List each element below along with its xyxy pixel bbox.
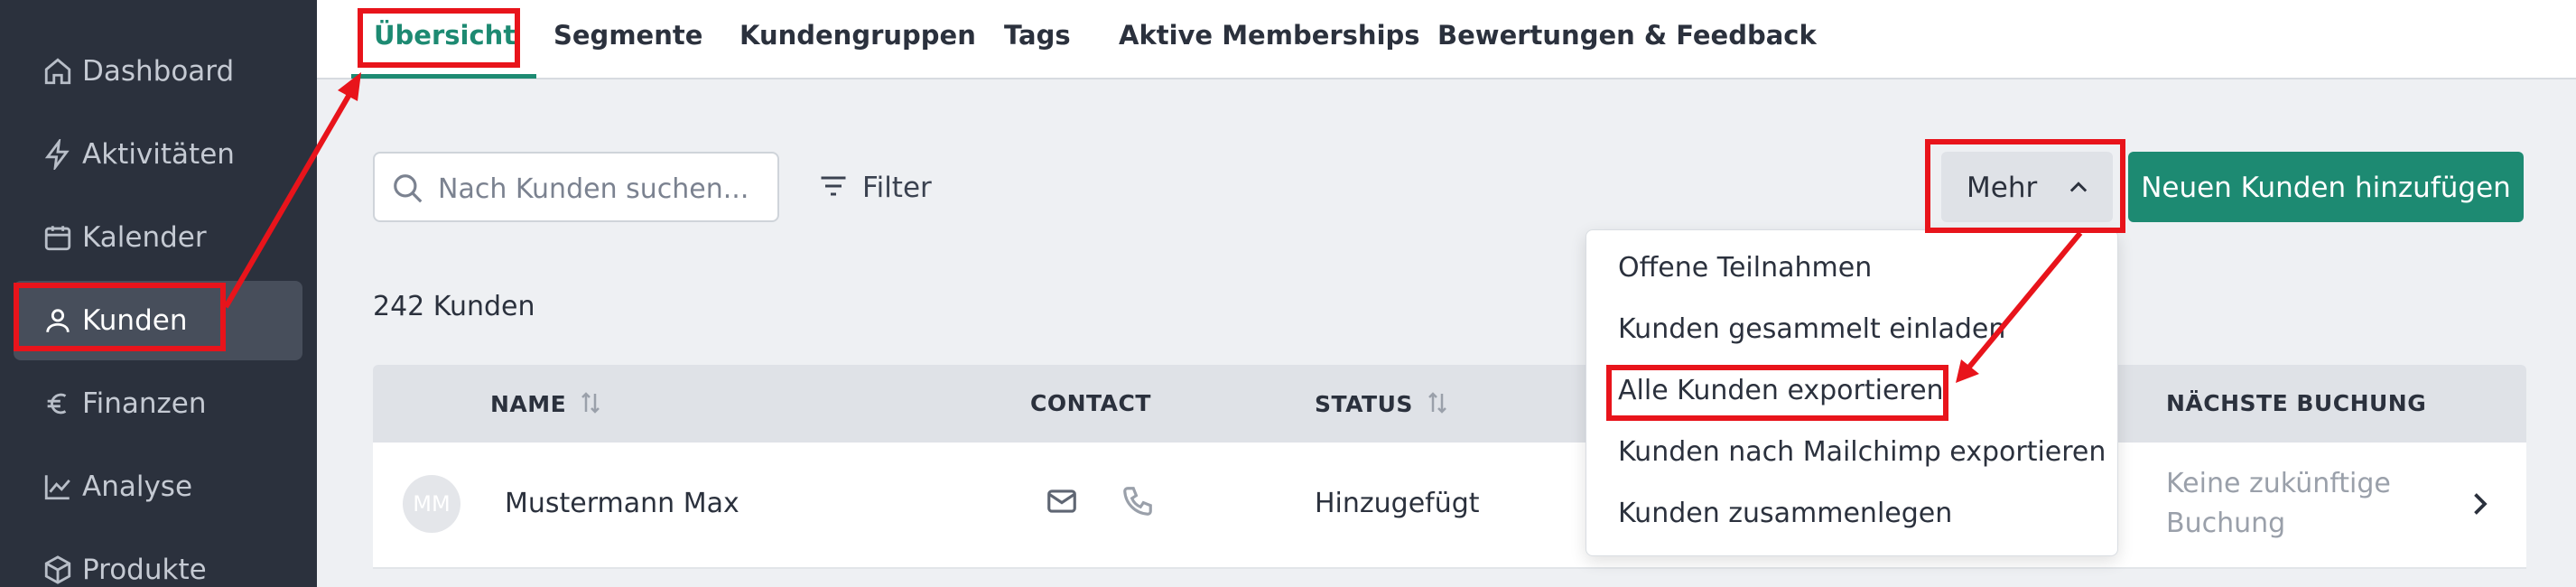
sidebar-item-label: Finanzen: [82, 387, 207, 420]
sidebar-item-analyse[interactable]: Analyse: [14, 447, 302, 526]
active-tab-indicator: [351, 74, 536, 79]
sidebar-item-label: Produkte: [82, 554, 207, 586]
sidebar-item-produkte[interactable]: Produkte: [14, 530, 302, 587]
chart-icon: [42, 471, 74, 503]
table-header: NAME CONTACT STATUS NÄCHSTE BUCHUNG: [373, 365, 2526, 443]
sidebar-item-dashboard[interactable]: Dashboard: [14, 32, 302, 111]
search-icon: [391, 172, 425, 210]
status-value: Hinzugefügt: [1315, 488, 1480, 519]
filter-label: Filter: [862, 172, 932, 204]
sidebar-item-label: Dashboard: [82, 55, 235, 88]
chevron-right-icon[interactable]: [2463, 488, 2496, 527]
customer-count: 242 Kunden: [373, 291, 535, 322]
sidebar-item-label: Aktivitäten: [82, 138, 235, 171]
tab-bewertungen-feedback[interactable]: Bewertungen & Feedback: [1437, 20, 1817, 51]
sidebar-item-label: Analyse: [82, 471, 193, 503]
sidebar-item-kalender[interactable]: Kalender: [14, 198, 302, 277]
add-customer-label: Neuen Kunden hinzufügen: [2141, 172, 2511, 204]
sort-icon: [1427, 390, 1448, 421]
mail-icon[interactable]: [1045, 484, 1079, 526]
box-icon: [42, 554, 74, 586]
table-row[interactable]: MM Mustermann Max Hinzugefügt Keine zukü…: [373, 443, 2526, 569]
add-customer-button[interactable]: Neuen Kunden hinzufügen: [2128, 152, 2524, 222]
tab-kundengruppen[interactable]: Kundengruppen: [739, 20, 976, 51]
header-contact: CONTACT: [1030, 390, 1151, 416]
header-name-label: NAME: [490, 391, 567, 417]
menu-item-kunden-zusammenlegen[interactable]: Kunden zusammenlegen: [1618, 498, 1952, 529]
annotation-box-kunden: [14, 283, 226, 351]
filter-icon: [817, 170, 850, 207]
tab-tags[interactable]: Tags: [1004, 20, 1071, 51]
phone-icon[interactable]: [1121, 484, 1155, 526]
tab-segmente[interactable]: Segmente: [553, 20, 702, 51]
menu-item-kunden-einladen[interactable]: Kunden gesammelt einladen: [1618, 313, 2005, 345]
next-booking-line1: Keine zukünftige: [2166, 468, 2391, 499]
tab-aktive-memberships[interactable]: Aktive Memberships: [1119, 20, 1420, 51]
header-next-booking: NÄCHSTE BUCHUNG: [2166, 390, 2427, 416]
annotation-box-export: [1606, 365, 1948, 421]
sidebar-item-label: Kalender: [82, 221, 207, 254]
sort-icon: [580, 390, 601, 421]
annotation-box-uebersicht: [358, 8, 520, 68]
header-name[interactable]: NAME: [490, 390, 601, 421]
calendar-icon: [42, 221, 74, 254]
customer-name: Mustermann Max: [505, 488, 739, 519]
tab-bar: Übersicht Segmente Kundengruppen Tags Ak…: [317, 0, 2576, 79]
customer-table: NAME CONTACT STATUS NÄCHSTE BUCHUNG MM M…: [373, 365, 2526, 587]
lightning-icon: [42, 138, 74, 171]
next-booking-line2: Buchung: [2166, 508, 2286, 539]
sidebar-item-aktivitaeten[interactable]: Aktivitäten: [14, 115, 302, 194]
filter-button[interactable]: Filter: [817, 166, 932, 210]
header-status[interactable]: STATUS: [1315, 390, 1448, 421]
menu-item-offene-teilnahmen[interactable]: Offene Teilnahmen: [1618, 252, 1872, 284]
search-placeholder: Nach Kunden suchen...: [438, 173, 749, 205]
search-input[interactable]: Nach Kunden suchen...: [373, 152, 779, 222]
menu-item-mailchimp-export[interactable]: Kunden nach Mailchimp exportieren: [1618, 436, 2106, 468]
annotation-box-mehr: [1925, 139, 2125, 233]
header-status-label: STATUS: [1315, 391, 1413, 417]
home-icon: [42, 55, 74, 88]
euro-icon: [42, 387, 74, 420]
avatar: MM: [403, 475, 460, 533]
sidebar-item-finanzen[interactable]: Finanzen: [14, 364, 302, 443]
